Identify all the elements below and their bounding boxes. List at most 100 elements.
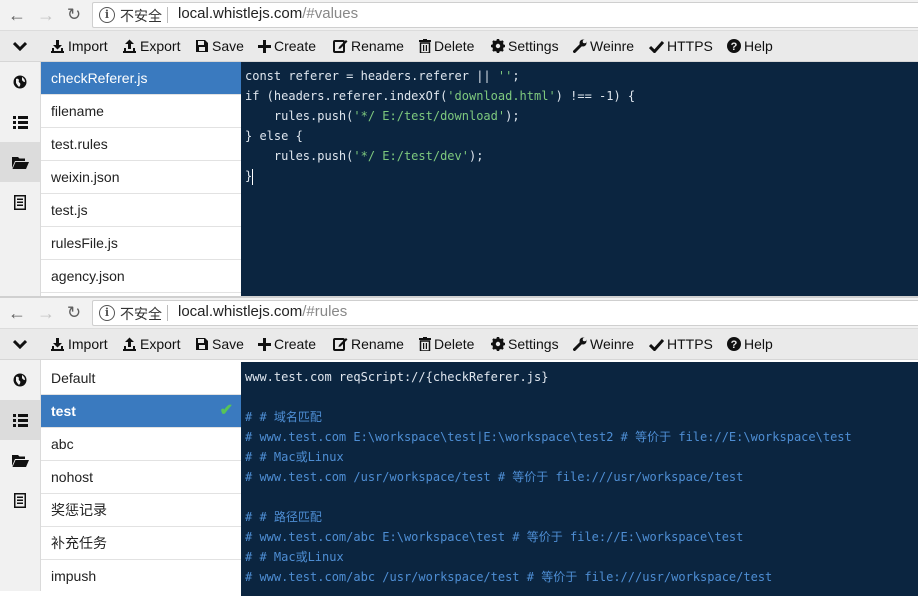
rename-button[interactable]: Rename — [333, 329, 404, 359]
url-host: local.whistlejs.com — [178, 5, 303, 22]
code-editor[interactable]: const referer = headers.referer || ''; if… — [241, 62, 918, 300]
check-icon — [649, 338, 664, 351]
toolbar: Import Export Save Create Rename Delete … — [0, 329, 918, 360]
code-text: } else { — [245, 129, 303, 143]
https-button[interactable]: HTTPS — [649, 31, 713, 61]
security-label: 不安全 — [120, 8, 162, 24]
export-button[interactable]: Export — [122, 31, 180, 61]
rules-nav[interactable] — [0, 400, 40, 440]
file-item[interactable]: Default — [41, 362, 241, 395]
url-field[interactable]: i 不安全 local.whistlejs.com/#rules — [92, 300, 918, 326]
create-button[interactable]: Create — [258, 31, 316, 61]
file-item[interactable]: filename — [41, 95, 241, 128]
import-button[interactable]: Import — [50, 329, 108, 359]
rule-comment-line: # www.test.com /usr/workspace/test # 等价于… — [241, 467, 918, 487]
export-button[interactable]: Export — [122, 329, 180, 359]
create-label: Create — [274, 336, 317, 352]
values-nav[interactable] — [0, 142, 40, 182]
menu-toggle-button[interactable] — [0, 31, 40, 61]
rules-nav[interactable] — [0, 102, 40, 142]
code-line: rules.push('*/ E:/test/dev'); — [241, 146, 918, 166]
rule-comment-line: # # 域名匹配 — [241, 407, 918, 427]
url-text[interactable]: local.whistlejs.com/#values — [178, 5, 358, 22]
side-nav — [0, 360, 41, 591]
code-string: '*/ E:/test/dev' — [353, 149, 469, 163]
rule-text: # www.test.com/abc /usr/workspace/test #… — [245, 570, 773, 584]
forward-button[interactable]: → — [35, 4, 57, 26]
help-button[interactable]: ? Help — [727, 31, 773, 61]
rule-comment-line: # # 路径匹配 — [241, 507, 918, 527]
rule-text: # # 域名匹配 — [245, 410, 322, 424]
reload-button[interactable]: ↻ — [63, 302, 85, 324]
file-item-label: test.rules — [51, 136, 108, 152]
values-nav[interactable] — [0, 440, 40, 480]
file-item[interactable]: impush — [41, 560, 241, 591]
plugins-nav[interactable] — [0, 182, 40, 222]
file-item[interactable]: abc — [41, 428, 241, 461]
file-item-label: impush — [51, 568, 97, 584]
url-field[interactable]: i 不安全 local.whistlejs.com/#values — [92, 2, 918, 28]
file-item[interactable]: agency.json — [41, 260, 241, 293]
file-item-label: Default — [51, 370, 96, 386]
reload-button[interactable]: ↻ — [63, 4, 85, 26]
plugins-nav[interactable] — [0, 480, 40, 520]
code-string: '' — [497, 69, 513, 83]
rule-comment-line: # # Mac或Linux — [241, 547, 918, 567]
settings-label: Settings — [508, 336, 559, 352]
rule-comment-line: # www.test.com/abc E:\workspace\test # 等… — [241, 527, 918, 547]
code-string: 'download.html' — [447, 89, 556, 103]
rule-text: # www.test.com E:\workspace\test|E:\work… — [245, 430, 852, 444]
rules-editor[interactable]: www.test.com reqScript://{checkReferer.j… — [241, 362, 918, 596]
settings-label: Settings — [508, 38, 559, 54]
file-item[interactable]: rulesFile.js — [41, 227, 241, 260]
settings-button[interactable]: Settings — [491, 31, 559, 61]
browser-address-bar: ← → ↻ i 不安全 local.whistlejs.com/#rules — [0, 298, 918, 329]
rule-text: # www.test.com /usr/workspace/test # 等价于… — [245, 470, 744, 484]
help-label: Help — [744, 38, 773, 54]
network-nav[interactable] — [0, 62, 40, 102]
settings-button[interactable]: Settings — [491, 329, 559, 359]
import-button[interactable]: Import — [50, 31, 108, 61]
delete-button[interactable]: Delete — [419, 329, 474, 359]
file-item[interactable]: test.rules — [41, 128, 241, 161]
file-item[interactable]: 奖惩记录 — [41, 494, 241, 527]
info-icon[interactable]: i — [99, 7, 115, 23]
create-button[interactable]: Create — [258, 329, 316, 359]
weinre-label: Weinre — [590, 336, 635, 352]
back-button[interactable]: ← — [6, 4, 28, 26]
weinre-button[interactable]: Weinre — [573, 31, 634, 61]
url-text[interactable]: local.whistlejs.com/#rules — [178, 303, 347, 320]
file-item[interactable]: nohost — [41, 461, 241, 494]
file-item[interactable]: test.js — [41, 194, 241, 227]
help-button[interactable]: ? Help — [727, 329, 773, 359]
arrow-left-icon: ← — [8, 5, 26, 25]
rename-button[interactable]: Rename — [333, 31, 404, 61]
export-icon — [123, 337, 136, 351]
gear-icon — [491, 39, 505, 53]
save-button[interactable]: Save — [195, 31, 244, 61]
import-label: Import — [68, 38, 108, 54]
save-button[interactable]: Save — [195, 329, 244, 359]
reload-icon: ↻ — [66, 5, 82, 24]
delete-button[interactable]: Delete — [419, 31, 474, 61]
wrench-icon — [573, 39, 587, 53]
save-icon — [196, 338, 208, 350]
rule-comment-line: # www.test.com/abc /usr/workspace/test #… — [241, 567, 918, 587]
file-item[interactable]: 补充任务 — [41, 527, 241, 560]
weinre-button[interactable]: Weinre — [573, 329, 634, 359]
file-item[interactable]: test ✔ — [41, 395, 241, 428]
file-item[interactable]: weixin.json — [41, 161, 241, 194]
help-label: Help — [744, 336, 773, 352]
https-button[interactable]: HTTPS — [649, 329, 713, 359]
code-text: rules.push( — [245, 109, 354, 123]
file-item[interactable]: checkReferer.js — [41, 62, 241, 95]
menu-toggle-button[interactable] — [0, 329, 40, 359]
forward-button[interactable]: → — [35, 302, 57, 324]
back-button[interactable]: ← — [6, 302, 28, 324]
code-text: } — [245, 169, 253, 183]
chevron-down-icon — [13, 41, 27, 51]
info-icon[interactable]: i — [99, 305, 115, 321]
network-nav[interactable] — [0, 360, 40, 400]
svg-text:?: ? — [731, 41, 738, 53]
url-path: /#rules — [302, 303, 348, 320]
